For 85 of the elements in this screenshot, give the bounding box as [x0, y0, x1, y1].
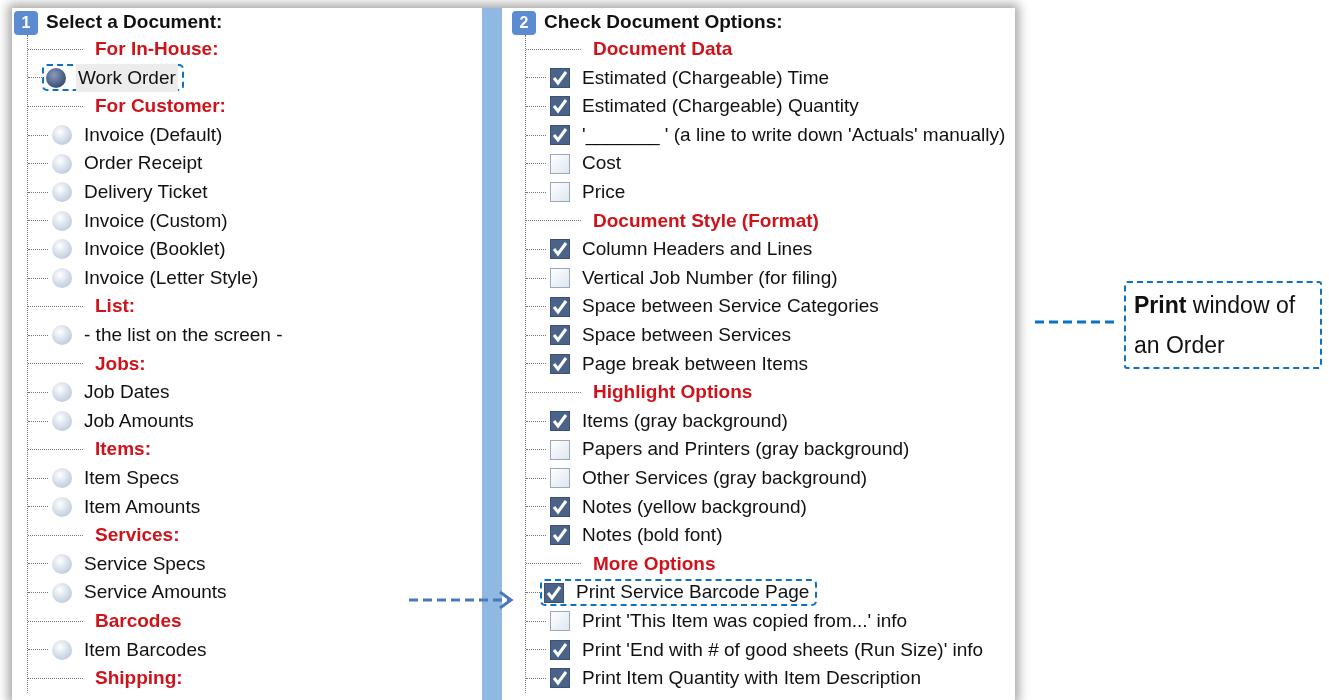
section-heading: Highlight Options: [593, 380, 753, 405]
checkbox[interactable]: [550, 353, 570, 374]
radio-button[interactable]: [52, 496, 72, 517]
radio-button[interactable]: [52, 382, 72, 403]
radio-label: Invoice (Booklet): [83, 237, 227, 262]
radio-label: Service Amounts: [83, 580, 228, 605]
radio-label: Item Specs: [83, 465, 181, 490]
radio-button[interactable]: [52, 325, 72, 346]
checkbox[interactable]: [550, 611, 570, 632]
section-heading: For In-House:: [95, 37, 219, 62]
checkbox-label: Print 'This Item was copied from...' info: [581, 608, 909, 633]
section-heading: List:: [95, 294, 136, 319]
radio-label: Invoice (Letter Style): [83, 265, 260, 290]
radio-button[interactable]: [52, 468, 72, 489]
checkbox[interactable]: [550, 182, 570, 203]
radio-button[interactable]: [52, 153, 72, 174]
checkbox[interactable]: [550, 411, 570, 431]
radio-label: Item Barcodes: [83, 637, 208, 662]
callout-note: Print window of an Order: [1124, 281, 1322, 369]
checkbox[interactable]: [550, 296, 570, 317]
checkbox-label: Items (gray background): [581, 408, 789, 433]
radio-label: Job Amounts: [83, 408, 195, 433]
checkbox-label: Papers and Printers (gray background): [581, 437, 911, 462]
radio-label: Item Amounts: [83, 494, 202, 519]
radio-button[interactable]: [52, 182, 72, 203]
radio-button[interactable]: [52, 554, 72, 574]
checkbox[interactable]: [550, 268, 570, 289]
radio-label: Job Dates: [83, 380, 171, 405]
step-number: 2: [512, 10, 536, 35]
section-heading: Shipping:: [95, 666, 183, 691]
section-heading: Document Style (Format): [593, 208, 819, 233]
radio-label: Service Specs: [83, 551, 207, 576]
radio-button[interactable]: [52, 239, 72, 260]
checkbox[interactable]: [550, 668, 570, 689]
radio-button[interactable]: [52, 639, 72, 660]
checkbox-label: Notes (bold font): [581, 523, 724, 548]
radio-button[interactable]: [46, 67, 66, 88]
checkbox[interactable]: [550, 468, 570, 489]
checkbox-label: Print 'End with # of good sheets (Run Size)' info: [581, 637, 985, 662]
section-heading: For Customer:: [95, 94, 226, 119]
radio-label: Invoice (Default): [83, 122, 224, 147]
checkbox[interactable]: [550, 239, 570, 260]
checkbox-label: '_______ ' (a line to write down 'Actuals' manually): [581, 122, 1007, 148]
section-heading: Items:: [95, 437, 151, 462]
checkbox[interactable]: [550, 496, 570, 517]
panel-title: Select a Document:: [46, 10, 223, 35]
section-heading: More Options: [593, 551, 716, 576]
checkbox-label: Estimated (Chargeable) Time: [581, 65, 831, 90]
checkbox[interactable]: [550, 525, 570, 546]
radio-button[interactable]: [52, 210, 72, 231]
checkbox[interactable]: [550, 67, 570, 88]
radio-button[interactable]: [52, 268, 72, 289]
checkbox[interactable]: [550, 639, 570, 660]
checkbox-label: Column Headers and Lines: [581, 237, 814, 262]
checkbox-label: Estimated (Chargeable) Quantity: [581, 94, 860, 119]
checkbox-label: Other Services (gray background): [581, 465, 869, 490]
checkbox-label: Space between Service Categories: [581, 294, 880, 319]
radio-label: Invoice (Custom): [83, 208, 229, 233]
radio-label: - the list on the screen -: [83, 323, 284, 347]
checkbox[interactable]: [550, 325, 570, 346]
radio-label: Work Order: [76, 63, 178, 93]
checkbox-label: Print Item Quantity with Item Description: [581, 666, 922, 691]
checkbox[interactable]: [550, 439, 570, 460]
checkbox-label: Cost: [581, 151, 623, 176]
section-heading: Jobs:: [95, 351, 146, 376]
checkbox[interactable]: [550, 125, 570, 146]
section-heading: Document Data: [593, 37, 733, 62]
section-heading: Services:: [95, 523, 180, 548]
section-heading: Barcodes: [95, 608, 182, 633]
step-number: 1: [14, 10, 38, 35]
checkbox-label: Space between Services: [581, 323, 793, 347]
radio-button[interactable]: [52, 582, 72, 603]
checkbox-label: Vertical Job Number (for filing): [581, 265, 839, 290]
checkbox-label: Page break between Items: [581, 351, 810, 376]
radio-button[interactable]: [52, 411, 72, 431]
radio-button[interactable]: [52, 125, 72, 146]
radio-label: Delivery Ticket: [83, 180, 209, 204]
panel-title: Check Document Options:: [544, 10, 783, 35]
checkbox-label: Price: [581, 180, 627, 204]
checkbox[interactable]: [550, 153, 570, 174]
checkbox[interactable]: [544, 582, 564, 603]
radio-label: Order Receipt: [83, 151, 204, 176]
checkbox-label: Print Service Barcode Page: [575, 580, 811, 605]
checkbox-label: Notes (yellow background): [581, 494, 808, 519]
checkbox[interactable]: [550, 96, 570, 117]
